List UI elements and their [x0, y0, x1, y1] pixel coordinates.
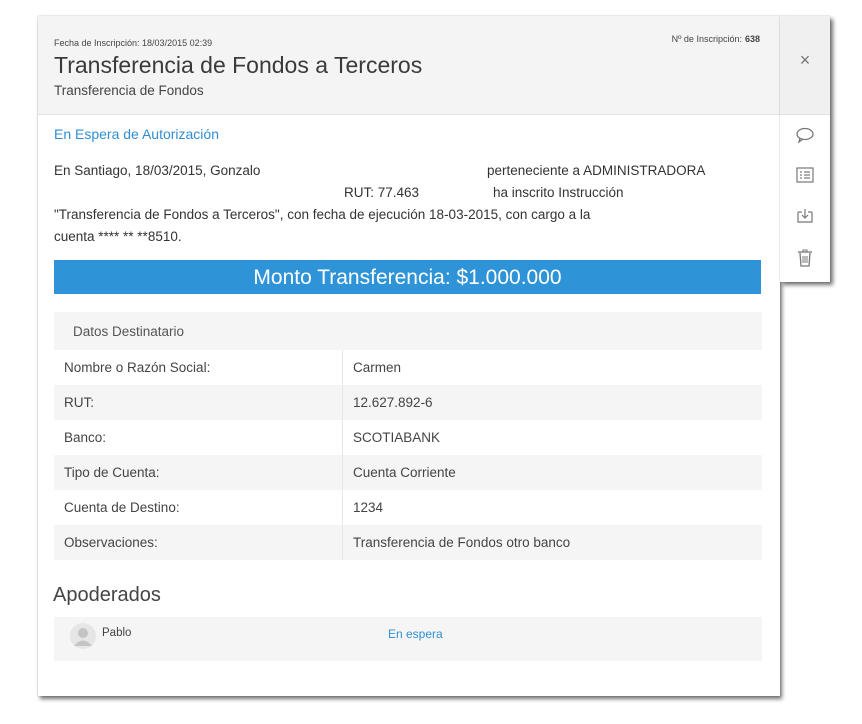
row-label: Observaciones: [54, 525, 343, 560]
description-line-1a: En Santiago, 18/03/2015, Gonzalo [54, 163, 261, 178]
comment-icon[interactable] [792, 122, 818, 148]
status-label: En Espera de Autorización [54, 126, 219, 142]
table-row: RUT: 12.627.892-6 [54, 385, 762, 420]
row-value: Transferencia de Fondos otro banco [342, 525, 762, 560]
description-line-1b: perteneciente a ADMINISTRADORA [487, 163, 706, 178]
recipient-section-title: Datos Destinatario [54, 312, 762, 350]
transfer-detail-panel: Fecha de Inscripción: 18/03/2015 02:39 N… [38, 16, 780, 696]
recipient-table: Datos Destinatario Nombre o Razón Social… [54, 312, 762, 560]
row-label: Banco: [54, 420, 343, 455]
table-row: Tipo de Cuenta: Cuenta Corriente [54, 455, 762, 490]
side-action-bar: × [780, 16, 830, 282]
apoderados-title: Apoderados [53, 584, 161, 606]
panel-header: Fecha de Inscripción: 18/03/2015 02:39 N… [38, 16, 780, 115]
avatar-icon [70, 623, 96, 649]
apoderado-name: Pablo [102, 627, 132, 639]
table-row: Banco: SCOTIABANK [54, 420, 762, 455]
close-area: × [780, 16, 830, 115]
table-row: Nombre o Razón Social: Carmen [54, 350, 762, 385]
registration-number-value: 638 [744, 34, 760, 44]
row-label: Cuenta de Destino: [54, 490, 343, 525]
table-row: Observaciones: Transferencia de Fondos o… [54, 525, 762, 560]
description-line-2b: ha inscrito Instrucción [493, 185, 624, 200]
row-value: 1234 [353, 500, 384, 515]
trash-icon[interactable] [792, 245, 818, 271]
row-value: SCOTIABANK [353, 430, 441, 445]
table-row: Cuenta de Destino: 1234 [54, 490, 762, 525]
page-subtitle: Transferencia de Fondos [54, 83, 204, 98]
description-line-4: cuenta **** ** **8510. [54, 229, 182, 244]
row-label: Nombre o Razón Social: [54, 350, 343, 385]
row-label: Tipo de Cuenta: [54, 455, 343, 490]
description-line-3: "Transferencia de Fondos a Terceros", co… [54, 207, 591, 222]
close-button[interactable]: × [780, 50, 830, 71]
registration-number-label: Nº de Inscripción: [671, 34, 742, 44]
registration-number: Nº de Inscripción: 638 [672, 34, 760, 44]
registration-date: Fecha de Inscripción: 18/03/2015 02:39 [54, 38, 213, 48]
apoderado-status-link[interactable]: En espera [388, 627, 443, 641]
row-value: 12.627.892-6 [342, 385, 762, 420]
row-label: RUT: [54, 385, 343, 420]
download-icon[interactable] [792, 202, 818, 228]
amount-banner: Monto Transferencia: $1.000.000 [54, 260, 761, 294]
row-value: Carmen [353, 360, 402, 375]
recipient-section-header: Datos Destinatario [54, 312, 762, 350]
page-title: Transferencia de Fondos a Terceros [54, 52, 423, 78]
list-item: Pablo En espera [54, 617, 762, 661]
description-line-2a: RUT: 77.463 [344, 185, 420, 200]
row-value: Cuenta Corriente [342, 455, 762, 490]
list-icon[interactable] [792, 162, 818, 188]
